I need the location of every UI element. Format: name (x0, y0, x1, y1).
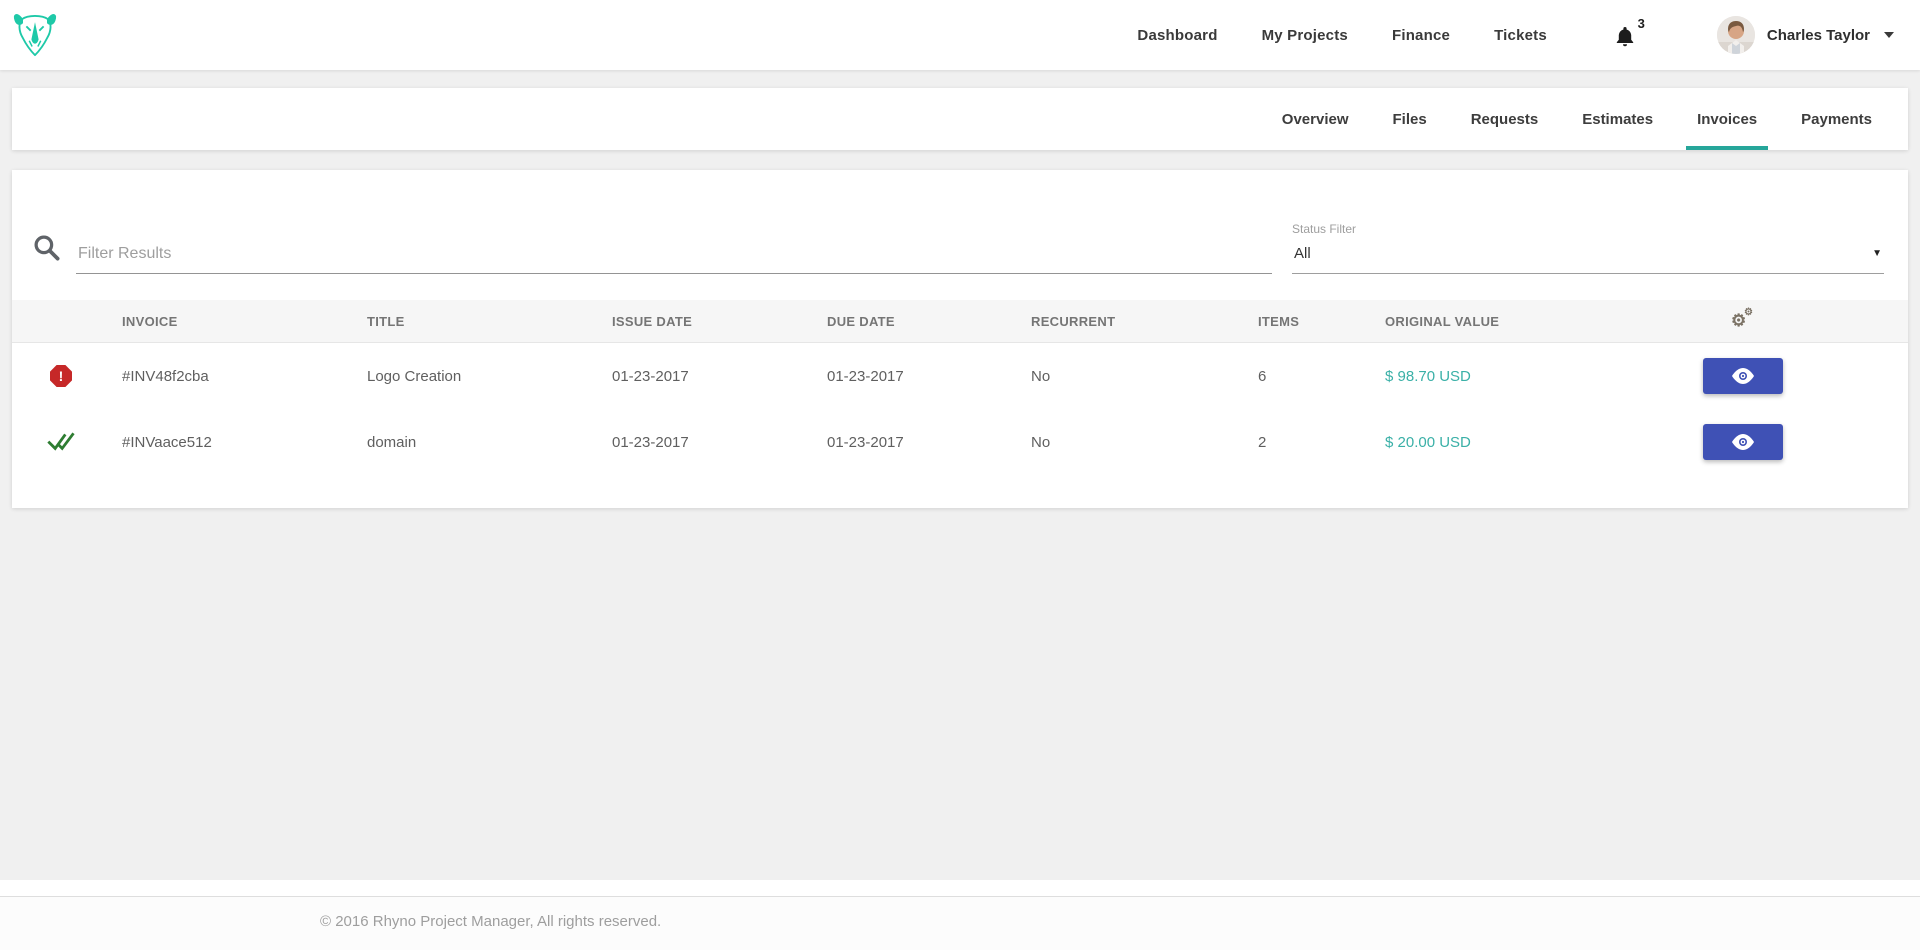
copyright-text: © 2016 Rhyno Project Manager, All rights… (320, 913, 662, 930)
recurrent: No (1031, 433, 1051, 451)
col-items: ITEMS (1258, 313, 1300, 329)
items-count: 2 (1258, 433, 1267, 451)
recurrent: No (1031, 367, 1051, 385)
issue-date: 01-23-2017 (612, 367, 689, 385)
eye-icon (1732, 434, 1754, 450)
paid-status-icon (47, 432, 75, 451)
overdue-status-icon: ! (50, 365, 72, 387)
invoice-number: #INV48f2cba (122, 367, 209, 385)
nav-finance[interactable]: Finance (1392, 27, 1450, 44)
due-date: 01-23-2017 (827, 367, 904, 385)
col-issue-date: ISSUE DATE (612, 313, 693, 329)
tab-payments[interactable]: Payments (1779, 88, 1894, 150)
nav-tickets[interactable]: Tickets (1494, 27, 1547, 44)
table-row: ! #INV48f2cba Logo Creation 01-23-2017 0… (12, 343, 1908, 409)
avatar (1716, 16, 1755, 54)
invoice-title: domain (367, 433, 417, 451)
table-row: #INVaace512 domain 01-23-2017 01-23-2017… (12, 409, 1908, 475)
cogs-icon: ⚙ ⚙ (1731, 307, 1754, 330)
due-date: 01-23-2017 (827, 433, 904, 451)
status-filter-select[interactable]: All ▼ (1292, 243, 1884, 274)
col-invoice: INVOICE (122, 313, 178, 329)
table-header-row: INVOICE TITLE ISSUE DATE DUE DATE RECURR… (12, 300, 1908, 343)
project-tabs-bar: Overview Files Requests Estimates Invoic… (12, 88, 1908, 150)
original-value: $ 98.70 USD (1385, 367, 1471, 385)
tab-files[interactable]: Files (1371, 88, 1449, 150)
tab-overview[interactable]: Overview (1260, 88, 1371, 150)
col-actions: ⚙ ⚙ (1613, 307, 1873, 331)
page-footer: © 2016 Rhyno Project Manager, All rights… (0, 880, 1920, 950)
items-count: 6 (1258, 367, 1267, 385)
view-invoice-button[interactable] (1703, 424, 1783, 460)
rhino-logo-icon (13, 14, 57, 57)
search-icon (32, 233, 62, 268)
tab-invoices[interactable]: Invoices (1675, 88, 1779, 150)
footer-divider (0, 880, 1920, 897)
notifications-bell[interactable]: 3 (1613, 16, 1645, 52)
nav-dashboard[interactable]: Dashboard (1137, 27, 1217, 44)
col-recurrent: RECURRENT (1031, 313, 1116, 329)
status-filter-label: Status Filter (1292, 222, 1357, 236)
status-filter[interactable]: Status Filter All ▼ (1292, 222, 1884, 274)
invoices-panel: Status Filter All ▼ INVOICE TITLE ISSUE … (12, 170, 1908, 508)
bell-icon (1616, 27, 1634, 47)
invoice-title: Logo Creation (367, 367, 462, 385)
invoice-number: #INVaace512 (122, 433, 212, 451)
original-value: $ 20.00 USD (1385, 433, 1471, 451)
filter-row: Status Filter All ▼ (12, 170, 1908, 274)
nav-my-projects[interactable]: My Projects (1262, 27, 1348, 44)
invoices-table: INVOICE TITLE ISSUE DATE DUE DATE RECURR… (12, 300, 1908, 475)
tab-requests[interactable]: Requests (1449, 88, 1561, 150)
search-input[interactable] (76, 239, 1272, 274)
view-invoice-button[interactable] (1703, 358, 1783, 394)
col-due-date: DUE DATE (827, 313, 895, 329)
issue-date: 01-23-2017 (612, 433, 689, 451)
search-area (26, 233, 1272, 274)
select-caret-icon: ▼ (1872, 248, 1882, 259)
top-navigation: Dashboard My Projects Finance Tickets 3 (1137, 16, 1894, 54)
col-title: TITLE (367, 313, 405, 329)
chevron-down-icon (1884, 32, 1894, 38)
user-name: Charles Taylor (1766, 26, 1870, 44)
top-bar: Dashboard My Projects Finance Tickets 3 (0, 0, 1920, 70)
col-original-value: ORIGINAL VALUE (1385, 313, 1500, 329)
user-menu[interactable]: Charles Taylor (1716, 16, 1894, 54)
eye-icon (1732, 368, 1754, 384)
notification-count-badge: 3 (1637, 16, 1645, 31)
tab-estimates[interactable]: Estimates (1560, 88, 1675, 150)
status-filter-value: All (1294, 245, 1311, 262)
rhino-logo[interactable] (10, 7, 60, 63)
